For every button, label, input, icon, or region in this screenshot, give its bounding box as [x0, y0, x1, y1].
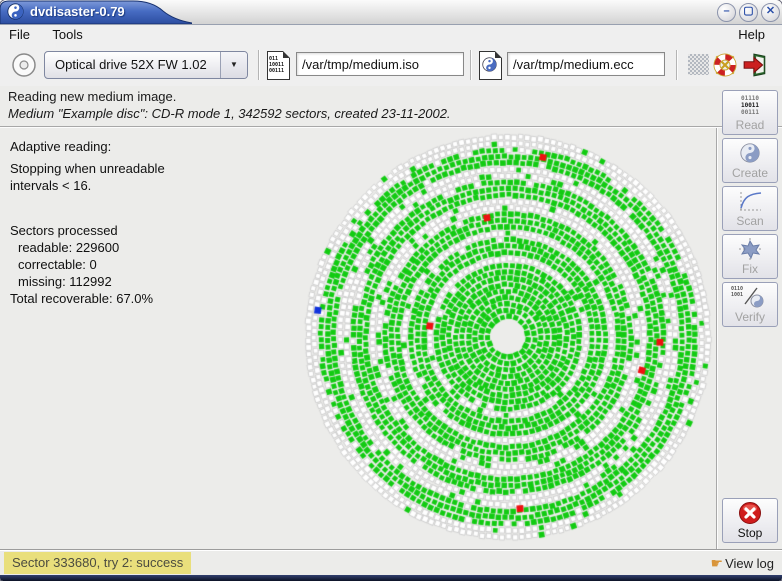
statusbar: Sector 333680, try 2: success ☛View log — [0, 549, 782, 576]
drive-selector-value: Optical drive 52X FW 1.02 — [55, 52, 207, 78]
verify-button[interactable]: 0110 1001 Verify — [722, 282, 778, 327]
window-bottom-border — [0, 575, 782, 581]
view-log-label: View log — [725, 556, 774, 571]
fix-tool-icon — [738, 237, 762, 261]
toolbar-separator — [470, 50, 472, 80]
toolbar-separator — [676, 50, 678, 80]
ecc-file-icon — [478, 50, 502, 80]
minimize-button[interactable]: – — [717, 3, 736, 22]
stop-icon — [738, 501, 762, 525]
menu-file[interactable]: File — [0, 25, 39, 45]
reading-status-panel: Adaptive reading: Stopping when unreadab… — [10, 138, 290, 307]
scan-curve-icon — [737, 189, 763, 213]
iso-file-icon: 011 10011 00111 — [266, 50, 290, 80]
sector-spiral-canvas — [298, 128, 718, 549]
menu-help[interactable]: Help — [729, 25, 774, 45]
close-button[interactable]: ✕ — [761, 3, 780, 22]
info-bar: Reading new medium image. Medium "Exampl… — [0, 86, 782, 126]
optical-disc-icon — [10, 51, 38, 79]
menu-tools[interactable]: Tools — [43, 25, 91, 45]
titlebar[interactable]: dvdisaster-0.79 – ▢ ✕ — [0, 0, 782, 25]
app-window: dvdisaster-0.79 – ▢ ✕ File Tools Help Op… — [0, 0, 782, 581]
strategy-line-2: intervals < 16. — [10, 177, 290, 194]
stop-button[interactable]: Stop — [722, 498, 778, 543]
read-icon: 01110 10011 00111 — [741, 95, 759, 116]
sectors-header: Sectors processed — [10, 222, 290, 239]
verify-binary-icon: 0110 1001 — [731, 286, 743, 298]
create-label: Create — [723, 167, 777, 180]
main-area: Adaptive reading: Stopping when unreadab… — [0, 128, 782, 549]
fix-button[interactable]: Fix — [722, 234, 778, 279]
create-button[interactable]: Create — [722, 138, 778, 183]
total-recoverable: Total recoverable: 67.0% — [10, 290, 290, 307]
preferences-button[interactable] — [685, 52, 711, 78]
medium-description: Medium "Example disc": CD-R mode 1, 3425… — [8, 106, 451, 121]
chevron-down-icon: ▼ — [220, 52, 247, 78]
readable-count: readable: 229600 — [10, 239, 290, 256]
strategy-line-1: Stopping when unreadable — [10, 160, 290, 177]
read-label: Read — [723, 119, 777, 132]
sidebar-separator — [716, 128, 718, 549]
correctable-count: correctable: 0 — [10, 256, 290, 273]
stop-label: Stop — [723, 527, 777, 540]
fix-label: Fix — [723, 263, 777, 276]
status-headline: Reading new medium image. — [8, 89, 176, 104]
menubar: File Tools Help — [0, 25, 782, 45]
read-button[interactable]: 01110 10011 00111 Read — [722, 90, 778, 135]
create-yinyang-icon — [739, 142, 761, 164]
verify-label: Verify — [723, 311, 777, 324]
lifebuoy-icon — [712, 52, 738, 78]
exit-door-icon — [742, 52, 768, 78]
missing-count: missing: 112992 — [10, 273, 290, 290]
reading-mode-label: Adaptive reading: — [10, 138, 290, 155]
hand-pointer-icon: ☛ — [711, 555, 724, 571]
toolbar-separator — [258, 50, 260, 80]
quit-button[interactable] — [742, 52, 768, 78]
toolbar: Optical drive 52X FW 1.02 ▼ 011 10011 00… — [0, 45, 782, 87]
status-message: Sector 333680, try 2: success — [4, 552, 191, 574]
drive-selector[interactable]: Optical drive 52X FW 1.02 ▼ — [44, 51, 248, 79]
help-button[interactable] — [712, 52, 738, 78]
maximize-button[interactable]: ▢ — [739, 3, 758, 22]
window-title: dvdisaster-0.79 — [30, 0, 125, 24]
iso-path-input[interactable] — [296, 52, 464, 76]
scan-button[interactable]: Scan — [722, 186, 778, 231]
ecc-path-input[interactable] — [507, 52, 665, 76]
preferences-icon — [688, 54, 709, 75]
view-log-button[interactable]: ☛View log — [711, 552, 774, 574]
scan-label: Scan — [723, 215, 777, 228]
yin-yang-icon — [7, 3, 24, 20]
